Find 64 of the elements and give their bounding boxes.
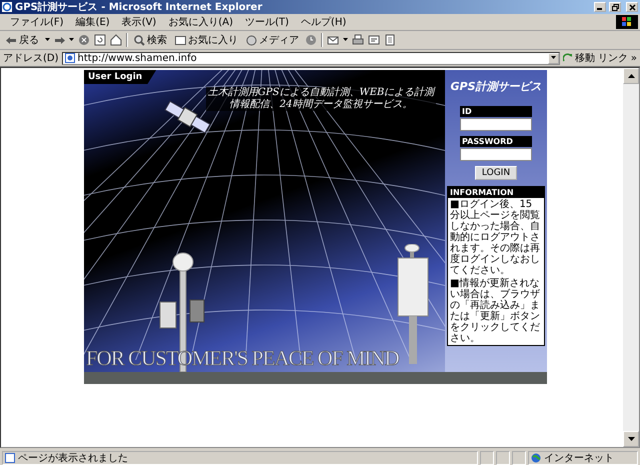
refresh-icon[interactable] [94, 34, 106, 46]
dropdown-button[interactable] [548, 52, 559, 64]
menu-item[interactable]: お気に入り(A) [162, 15, 239, 29]
minimize-button[interactable] [594, 2, 606, 12]
more-links-button[interactable]: » [630, 52, 637, 64]
history-icon[interactable] [305, 34, 317, 46]
status-pane [496, 450, 510, 464]
scroll-up-button[interactable] [623, 68, 639, 84]
menu-item[interactable]: ヘルプ(H) [294, 15, 352, 29]
information-text: ■ログイン後、15分以上ページを閲覧しなかった場合、自動的にログアウトされます。その際は再度ログインしなおしてください。 [449, 198, 541, 277]
go-arrow-icon [562, 53, 573, 63]
back-button[interactable]: 戻る [4, 33, 41, 47]
search-icon [134, 34, 145, 46]
home-icon[interactable] [110, 34, 122, 46]
information-text: ■情報が更新されない場合は、ブラウザの「再読み込み」または「更新」ボタンをクリックしてください。 [449, 277, 541, 345]
service-title: GPS計測サービス [450, 79, 542, 94]
up-arrow-icon [628, 74, 634, 78]
password-input-field[interactable] [460, 148, 532, 161]
password-label: PASSWORD [460, 136, 532, 147]
disc-icon [246, 34, 257, 46]
page-icon [64, 53, 75, 63]
scrollbar[interactable] [623, 68, 639, 447]
status-pane [480, 450, 494, 464]
id-label: ID [460, 106, 532, 117]
go-button[interactable]: 移動 [562, 51, 595, 65]
login-button[interactable]: LOGIN [474, 166, 518, 180]
browser-icon [2, 2, 12, 12]
information-title: INFORMATION [448, 187, 544, 198]
windows-logo-icon [616, 15, 638, 29]
menu-item[interactable]: ツール(T) [239, 15, 295, 29]
forward-arrow-icon[interactable] [54, 36, 65, 44]
dropdown-arrow-icon[interactable] [343, 38, 348, 42]
search-button[interactable]: 検索 [132, 33, 169, 47]
dropdown-arrow-icon[interactable] [45, 38, 50, 42]
status-pane [512, 450, 526, 464]
address-label: アドレス(D) [3, 52, 59, 65]
down-arrow-icon [628, 437, 634, 441]
close-button[interactable] [626, 2, 638, 12]
globe-icon [531, 452, 541, 462]
page-icon [5, 452, 15, 462]
id-input-field[interactable] [460, 118, 532, 131]
dropdown-arrow-icon[interactable] [69, 38, 74, 42]
address-field[interactable]: http://www.shamen.info [62, 52, 560, 64]
mail-icon[interactable] [327, 34, 339, 46]
restore-icon [612, 4, 618, 10]
menu-item[interactable]: 表示(V) [116, 15, 162, 29]
print-icon[interactable] [352, 34, 364, 46]
menu-item[interactable]: 編集(E) [70, 15, 116, 29]
user-login-tag: User Login [84, 70, 156, 84]
caret-icon [550, 56, 556, 60]
media-button[interactable]: メディア [244, 33, 301, 47]
stop-icon[interactable] [78, 34, 90, 46]
favorites-button[interactable]: お気に入り [173, 33, 240, 47]
close-icon [628, 4, 636, 10]
back-arrow-icon [6, 36, 17, 44]
edit-icon[interactable] [368, 34, 380, 46]
status-text: ページが表示されました [2, 450, 478, 464]
window-title: GPS計測サービス - Microsoft Internet Explorer [15, 0, 264, 14]
restore-button[interactable] [609, 2, 621, 12]
scroll-down-button[interactable] [623, 431, 639, 447]
security-zone: インターネット [528, 450, 638, 464]
links-button[interactable]: リンク [598, 51, 628, 65]
menu-item[interactable]: ファイル(F) [4, 15, 70, 29]
tagline-text: 土木計測用GPSによる自動計測、WEBによる計測情報配信、24時間データ監視サービス。 [206, 87, 436, 111]
